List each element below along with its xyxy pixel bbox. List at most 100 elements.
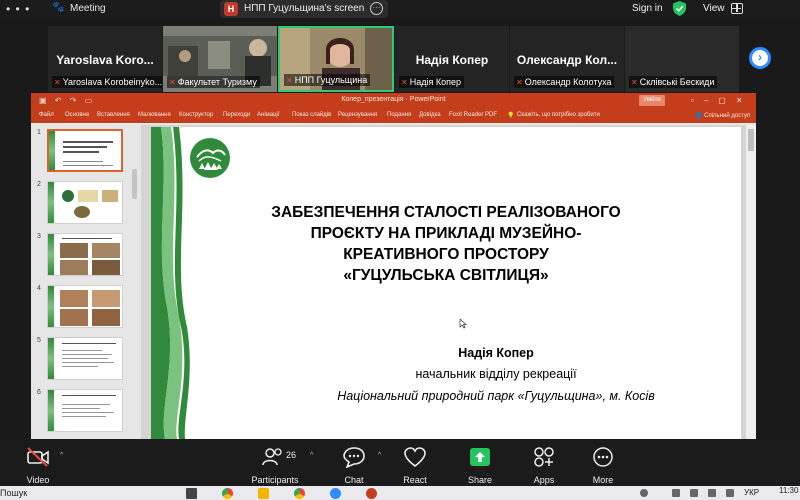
chat-label: Chat xyxy=(344,475,364,485)
park-logo-icon xyxy=(190,138,230,178)
video-off-icon xyxy=(27,447,49,467)
thumb-text-line xyxy=(62,238,112,239)
chrome-icon[interactable] xyxy=(222,488,233,499)
tab-insert[interactable]: Вставлення xyxy=(97,112,130,118)
thumb-text-line xyxy=(62,416,106,417)
window-buttons-icon[interactable]: ▫–▢✕ xyxy=(691,96,753,105)
thumb-text-line xyxy=(62,366,98,367)
participant-tile[interactable]: ✕ Склівські Бескиди xyxy=(625,26,739,92)
tab-file[interactable]: Файл xyxy=(39,112,54,118)
view-grid-icon[interactable] xyxy=(731,3,743,14)
slide-title-line: КРЕАТИВНОГО ПРОСТОРУ xyxy=(343,246,549,263)
taskbar-search[interactable]: Пошук xyxy=(0,488,27,498)
tell-me-search[interactable]: Скажіть, що потрібно зробити xyxy=(517,112,600,118)
share-access-button[interactable]: 👤 Спільний доступ xyxy=(695,112,750,119)
chevron-up-icon[interactable]: ^ xyxy=(378,452,381,459)
ppt-ribbon-tabs: Файл Основне Вставлення Малювання Констр… xyxy=(31,109,756,123)
tray-app-icon[interactable] xyxy=(690,489,698,497)
thumb-photo xyxy=(92,260,120,275)
tab-animations[interactable]: Анімації xyxy=(257,112,280,118)
tab-home[interactable]: Основне xyxy=(65,112,89,118)
slide-thumbnail[interactable] xyxy=(47,285,123,328)
tab-design[interactable]: Конструктор xyxy=(179,112,213,118)
current-slide[interactable]: ЗАБЕЗПЕЧЕННЯ СТАЛОСТІ РЕАЛІЗОВАНОГО ПРОЄ… xyxy=(151,127,741,439)
thumb-number: 3 xyxy=(37,233,41,240)
share-screen-icon xyxy=(470,448,490,466)
chrome-icon[interactable] xyxy=(294,488,305,499)
participants-label: Participants xyxy=(251,475,299,485)
more-options-icon[interactable]: ··· xyxy=(370,2,383,15)
scroll-thumb[interactable] xyxy=(132,169,137,199)
thumb-text-line xyxy=(63,151,99,153)
volume-icon[interactable] xyxy=(726,489,734,497)
participant-tile-speaking[interactable]: ✕ НПП Гуцульщина xyxy=(278,26,394,92)
chevron-up-icon[interactable]: ^ xyxy=(310,452,313,459)
share-screen-button[interactable]: Share xyxy=(450,446,510,485)
mouse-cursor-icon xyxy=(459,319,467,329)
sign-in-button[interactable]: Увійти xyxy=(639,95,665,106)
view-button[interactable]: View xyxy=(703,3,725,14)
taskbar-clock[interactable]: 11:30 xyxy=(779,486,798,495)
thumbnails-scrollbar[interactable] xyxy=(132,159,137,439)
participant-tile[interactable]: Олександр Кол... ✕ Олександр Колотуха xyxy=(510,26,624,92)
tab-help[interactable]: Довідка xyxy=(419,112,441,118)
thumb-leaf-decoration xyxy=(48,234,54,275)
next-page-arrow-icon[interactable]: › xyxy=(749,47,771,69)
more-button[interactable]: More xyxy=(573,446,633,485)
slide-thumbnail[interactable] xyxy=(47,337,123,380)
wifi-icon[interactable] xyxy=(708,489,716,497)
slide-thumbnail[interactable] xyxy=(47,181,123,224)
participant-tile[interactable]: Yaroslava Koro... ✕ Yaroslava Korobeinyko… xyxy=(48,26,162,92)
tray-app-icon[interactable] xyxy=(672,489,680,497)
sign-in-button[interactable]: Sign in xyxy=(632,3,663,14)
lightbulb-icon[interactable]: 💡 xyxy=(507,112,514,119)
meeting-info-icon[interactable]: 🐾 xyxy=(52,2,64,13)
apps-button[interactable]: Apps xyxy=(514,446,574,485)
task-view-icon[interactable] xyxy=(186,488,197,499)
thumb-photo xyxy=(60,243,88,258)
tray-chevron-icon[interactable] xyxy=(640,489,648,497)
scroll-thumb[interactable] xyxy=(748,129,754,151)
tab-slideshow[interactable]: Показ слайдів xyxy=(292,112,331,118)
participant-tile[interactable]: Надія Копер ✕ Надія Копер xyxy=(395,26,509,92)
tab-review[interactable]: Рецензування xyxy=(338,112,377,118)
thumb-number: 2 xyxy=(37,181,41,188)
windows-taskbar: Пошук УКР 11:30 xyxy=(0,486,800,500)
thumb-logo xyxy=(62,190,74,202)
tab-transitions[interactable]: Переходи xyxy=(223,112,250,118)
slide-scrollbar[interactable] xyxy=(746,125,756,439)
tab-view[interactable]: Подання xyxy=(387,112,411,118)
muted-mic-icon: ✕ xyxy=(401,78,408,87)
zoom-app-icon[interactable] xyxy=(330,488,341,499)
thumb-text-line xyxy=(62,358,108,359)
thumb-photo xyxy=(60,290,88,307)
participant-strip: Yaroslava Koro... ✕ Yaroslava Korobeinyko… xyxy=(0,22,800,94)
tab-draw[interactable]: Малювання xyxy=(138,112,171,118)
screen-share-indicator[interactable]: Н НПП Гуцульщина's screen ··· xyxy=(220,0,388,18)
thumb-text-line xyxy=(63,146,107,148)
file-explorer-icon[interactable] xyxy=(258,488,269,499)
video-label: Video xyxy=(26,475,50,485)
meeting-title: Meeting xyxy=(70,3,106,14)
participant-tile-video[interactable]: ✕ Факультет Туризму xyxy=(163,26,277,92)
tab-foxit[interactable]: Foxit Reader PDF xyxy=(449,112,497,118)
share-label: Share xyxy=(467,475,493,485)
more-dots-icon xyxy=(593,447,613,467)
participant-big-name: Надія Копер xyxy=(415,53,489,67)
language-indicator[interactable]: УКР xyxy=(744,488,759,497)
slide-thumbnail[interactable] xyxy=(47,389,123,432)
chevron-up-icon[interactable]: ^ xyxy=(60,452,63,459)
thumb-number: 1 xyxy=(37,129,41,136)
window-controls-icon[interactable]: • • • xyxy=(6,2,30,16)
shield-check-icon[interactable] xyxy=(673,1,686,16)
powerpoint-icon[interactable] xyxy=(366,488,377,499)
chat-button[interactable]: Chat xyxy=(324,446,384,485)
participants-button[interactable]: 26 Participants xyxy=(245,446,305,485)
participant-name-label: ✕ НПП Гуцульщина xyxy=(284,74,371,86)
video-button[interactable]: Video xyxy=(8,446,68,485)
react-button[interactable]: React xyxy=(385,446,445,485)
more-label: More xyxy=(592,475,614,485)
shared-powerpoint-window: ▣ ↶ ↷ ▭ Копер_презентація · PowerPoint У… xyxy=(31,93,756,439)
slide-thumbnail[interactable] xyxy=(47,233,123,276)
slide-thumbnail[interactable] xyxy=(47,129,123,172)
